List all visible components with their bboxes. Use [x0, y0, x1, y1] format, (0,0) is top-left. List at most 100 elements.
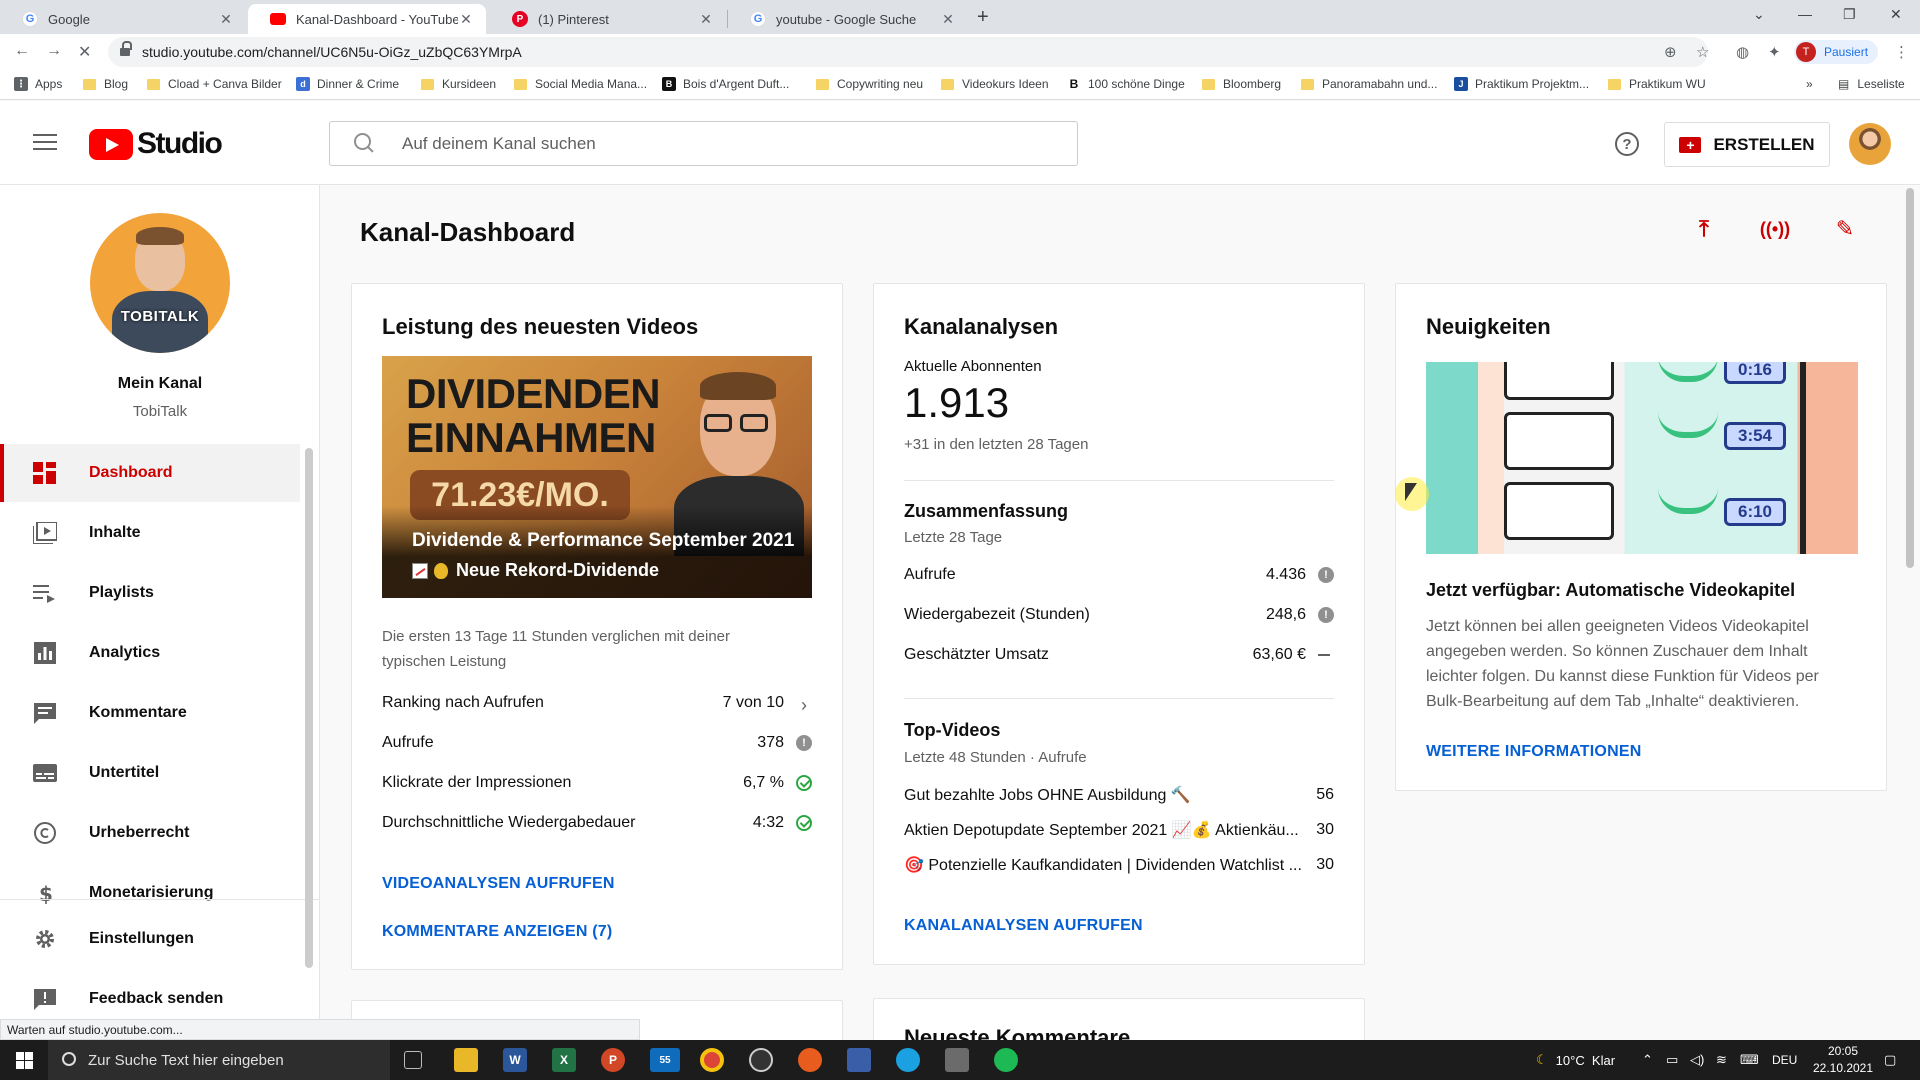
powerpoint-icon[interactable]: P: [601, 1048, 625, 1072]
bookmark-label: Dinner & Crime: [317, 77, 400, 91]
minimize-icon[interactable]: —: [1798, 6, 1812, 22]
notifications-icon[interactable]: ▢: [1884, 1040, 1896, 1080]
info-icon[interactable]: !: [1318, 607, 1334, 623]
metric-row-ranking[interactable]: Ranking nach Aufrufen 7 von 10 ›: [382, 690, 812, 716]
window-close-icon[interactable]: ✕: [1890, 6, 1902, 23]
address-bar[interactable]: studio.youtube.com/channel/UC6N5u-OiGz_u…: [108, 37, 1708, 67]
bookmark-kursideen[interactable]: Kursideen: [421, 77, 496, 91]
top-video-row[interactable]: Gut bezahlte Jobs OHNE Ausbildung 🔨 56: [904, 782, 1334, 808]
channel-avatar[interactable]: TOBITALK: [90, 213, 230, 353]
help-icon[interactable]: ?: [1615, 132, 1639, 156]
sidebar-item-analytics[interactable]: Analytics: [0, 624, 300, 682]
sidebar-item-untertitel[interactable]: Untertitel: [0, 744, 300, 802]
windows-start-icon[interactable]: [16, 1052, 33, 1069]
studio-logo[interactable]: Studio: [89, 127, 223, 161]
task-view-icon[interactable]: [404, 1051, 422, 1069]
view-comments-link[interactable]: KOMMENTARE ANZEIGEN (7): [382, 923, 612, 941]
spotify-icon[interactable]: [994, 1048, 1018, 1072]
browser-tab-pinterest[interactable]: P (1) Pinterest ✕: [490, 4, 726, 34]
browser-tab-google[interactable]: G Google ✕: [0, 4, 246, 34]
app-icon[interactable]: [847, 1048, 871, 1072]
back-arrow-icon[interactable]: ←: [14, 42, 30, 60]
wifi-icon[interactable]: ≋: [1716, 1040, 1727, 1080]
tray-chevron-icon[interactable]: ⌃: [1642, 1040, 1653, 1080]
edge-icon[interactable]: [896, 1048, 920, 1072]
bookmark-star-icon[interactable]: ☆: [1696, 43, 1709, 61]
puzzle-icon[interactable]: ✦: [1768, 43, 1781, 61]
tab-title: Google: [48, 11, 90, 27]
keyboard-icon[interactable]: ⌨: [1740, 1040, 1759, 1080]
tab-search-icon[interactable]: ⌄: [1753, 6, 1765, 23]
new-tab-icon[interactable]: +: [977, 6, 989, 29]
sidebar-item-inhalte[interactable]: Inhalte: [0, 504, 300, 562]
more-info-link[interactable]: WEITERE INFORMATIONEN: [1426, 743, 1641, 761]
file-explorer-icon[interactable]: [454, 1048, 478, 1072]
bookmark-blog[interactable]: Blog: [83, 77, 128, 91]
bookmark-copywriting[interactable]: Copywriting neu: [816, 77, 923, 91]
sidebar-item-playlists[interactable]: Playlists: [0, 564, 300, 622]
close-icon[interactable]: ✕: [218, 11, 234, 28]
close-icon[interactable]: ✕: [698, 11, 714, 28]
top-video-row[interactable]: Aktien Depotupdate September 2021 📈💰 Akt…: [904, 817, 1334, 843]
bookmark-praktikum-wu[interactable]: Praktikum WU: [1608, 77, 1706, 91]
top-video-row[interactable]: 🎯 Potenzielle Kaufkandidaten | Dividende…: [904, 852, 1334, 878]
network-icon[interactable]: ▭: [1666, 1040, 1678, 1080]
sidebar-scrollbar[interactable]: [305, 448, 313, 968]
bookmark-dinner-crime[interactable]: d Dinner & Crime: [296, 77, 399, 91]
info-icon[interactable]: !: [1318, 567, 1334, 583]
stop-loading-icon[interactable]: ✕: [78, 42, 91, 62]
sidebar-item-einstellungen[interactable]: Einstellungen: [0, 910, 300, 968]
more-bookmarks-icon[interactable]: »: [1806, 77, 1813, 91]
info-icon[interactable]: !: [796, 735, 812, 751]
clock[interactable]: 20:05 22.10.2021: [1808, 1043, 1878, 1077]
channel-search-input[interactable]: Auf deinem Kanal suchen: [329, 121, 1078, 166]
video-thumbnail[interactable]: DIVIDENDEN EINNAHMEN 71.23€/MO. Dividend…: [382, 356, 812, 598]
word-icon[interactable]: W: [503, 1048, 527, 1072]
sidebar-item-urheberrecht[interactable]: Urheberrecht: [0, 804, 300, 862]
bookmark-praktikum-projekt[interactable]: J Praktikum Projektm...: [1454, 77, 1589, 91]
create-button[interactable]: + ERSTELLEN: [1664, 122, 1830, 167]
browser-tab-youtube-studio[interactable]: Kanal-Dashboard - YouTube Studio ✕: [248, 4, 486, 34]
mail-icon[interactable]: 55: [650, 1048, 680, 1072]
main-scrollbar[interactable]: [1906, 188, 1914, 568]
extension-icon[interactable]: ◍: [1736, 43, 1749, 61]
go-live-icon[interactable]: ((•)): [1760, 214, 1790, 244]
profile-button[interactable]: T Pausiert: [1794, 40, 1879, 64]
bookmark-bois-dargent[interactable]: B Bois d'Argent Duft...: [662, 77, 789, 91]
browser-tab-google-search[interactable]: G youtube - Google Suche ✕: [728, 4, 968, 34]
video-analytics-link[interactable]: VIDEOANALYSEN AUFRUFEN: [382, 875, 615, 893]
volume-icon[interactable]: ◁): [1690, 1040, 1704, 1080]
reading-list[interactable]: ▤ Leseliste: [1838, 77, 1905, 91]
language-indicator[interactable]: DEU: [1772, 1040, 1797, 1080]
create-post-icon[interactable]: ✎: [1830, 214, 1860, 244]
excel-icon[interactable]: X: [552, 1048, 576, 1072]
bookmark-apps[interactable]: ⋮ Apps: [14, 77, 62, 91]
app-icon[interactable]: [798, 1048, 822, 1072]
restore-icon[interactable]: ❐: [1843, 6, 1856, 23]
bookmark-panoramabahn[interactable]: Panoramabahn und...: [1301, 77, 1437, 91]
chevron-right-icon[interactable]: ›: [796, 695, 812, 715]
obs-icon[interactable]: [749, 1048, 773, 1072]
taskbar-search-input[interactable]: Zur Suche Text hier eingeben: [48, 1040, 390, 1080]
weather-widget[interactable]: ☾ 10°C Klar: [1536, 1040, 1615, 1080]
sidebar-item-kommentare[interactable]: Kommentare: [0, 684, 300, 742]
app-icon[interactable]: [945, 1048, 969, 1072]
more-menu-icon[interactable]: ⋮: [1894, 43, 1909, 61]
close-icon[interactable]: ✕: [458, 11, 474, 28]
forward-arrow-icon[interactable]: →: [46, 42, 62, 60]
sidebar-item-dashboard[interactable]: Dashboard: [0, 444, 300, 502]
bookmark-canva[interactable]: Cload + Canva Bilder: [147, 77, 282, 91]
bookmark-bloomberg[interactable]: Bloomberg: [1202, 77, 1281, 91]
sidebar-item-label: Playlists: [89, 584, 154, 601]
menu-icon[interactable]: [33, 134, 57, 152]
chrome-icon[interactable]: [700, 1048, 724, 1072]
apps-grid-icon: ⋮: [14, 77, 28, 91]
bookmark-100-dinge[interactable]: B 100 schöne Dinge: [1067, 77, 1185, 91]
account-avatar[interactable]: [1849, 123, 1891, 165]
close-icon[interactable]: ✕: [940, 11, 956, 28]
upload-icon[interactable]: ⤒: [1689, 214, 1719, 244]
bookmark-social-media[interactable]: Social Media Mana...: [514, 77, 647, 91]
channel-analytics-link[interactable]: KANALANALYSEN AUFRUFEN: [904, 917, 1143, 935]
bookmark-videokurs[interactable]: Videokurs Ideen: [941, 77, 1049, 91]
zoom-icon[interactable]: ⊕: [1664, 43, 1677, 61]
